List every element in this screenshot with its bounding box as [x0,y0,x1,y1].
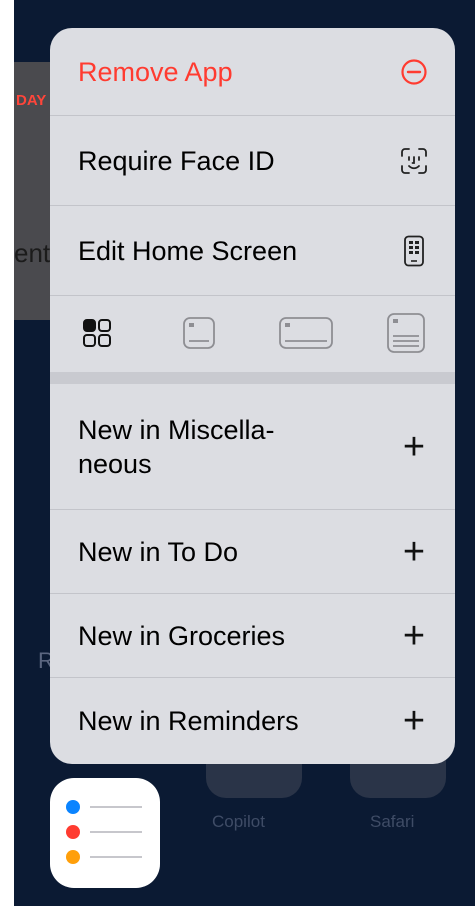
list-line [90,831,142,833]
face-id-icon [397,144,431,178]
remove-app-item[interactable]: Remove App [50,28,455,116]
new-in-reminders-label: New in Reminders [78,706,299,736]
app-icon-grid-icon[interactable] [82,318,112,353]
context-menu: Remove App Require Face ID Edit Home Scr… [50,28,455,764]
require-face-id-item[interactable]: Require Face ID [50,116,455,206]
safari-app-label: Safari [370,812,415,831]
plus-icon: + [402,614,426,657]
require-face-id-label: Require Face ID [78,145,275,176]
plus-icon: + [402,425,426,468]
edit-home-screen-label: Edit Home Screen [78,235,298,266]
medium-widget-icon[interactable] [278,316,334,355]
widget-size-selector [50,296,455,384]
red-list-dot [66,825,80,839]
new-in-miscellaneous-label: New in Miscella- neous [78,414,275,479]
plus-icon: + [402,530,426,573]
phone-icon [397,234,431,268]
small-widget-icon[interactable] [182,316,216,355]
plus-icon: + [402,700,426,742]
list-line [90,806,142,808]
new-in-groceries-label: New in Groceries [78,620,286,651]
reminders-app-icon[interactable] [50,778,160,888]
list-line [90,856,142,858]
new-in-groceries-item[interactable]: New in Groceries + [50,594,455,678]
new-in-miscellaneous-item[interactable]: New in Miscella- neous + [50,384,455,510]
new-in-to-do-item[interactable]: New in To Do + [50,510,455,594]
new-in-to-do-label: New in To Do [78,536,239,567]
widget-text: ent [14,238,51,268]
minus-circle-icon [397,55,431,89]
edit-home-screen-item[interactable]: Edit Home Screen [50,206,455,296]
orange-list-dot [66,850,80,864]
large-widget-icon[interactable] [386,312,426,359]
widget-day-label: DAY [16,92,47,109]
copilot-app-label: Copilot [212,812,265,831]
remove-app-label: Remove App [78,56,233,87]
new-in-reminders-item[interactable]: New in Reminders + [50,678,455,764]
blue-list-dot [66,800,80,814]
